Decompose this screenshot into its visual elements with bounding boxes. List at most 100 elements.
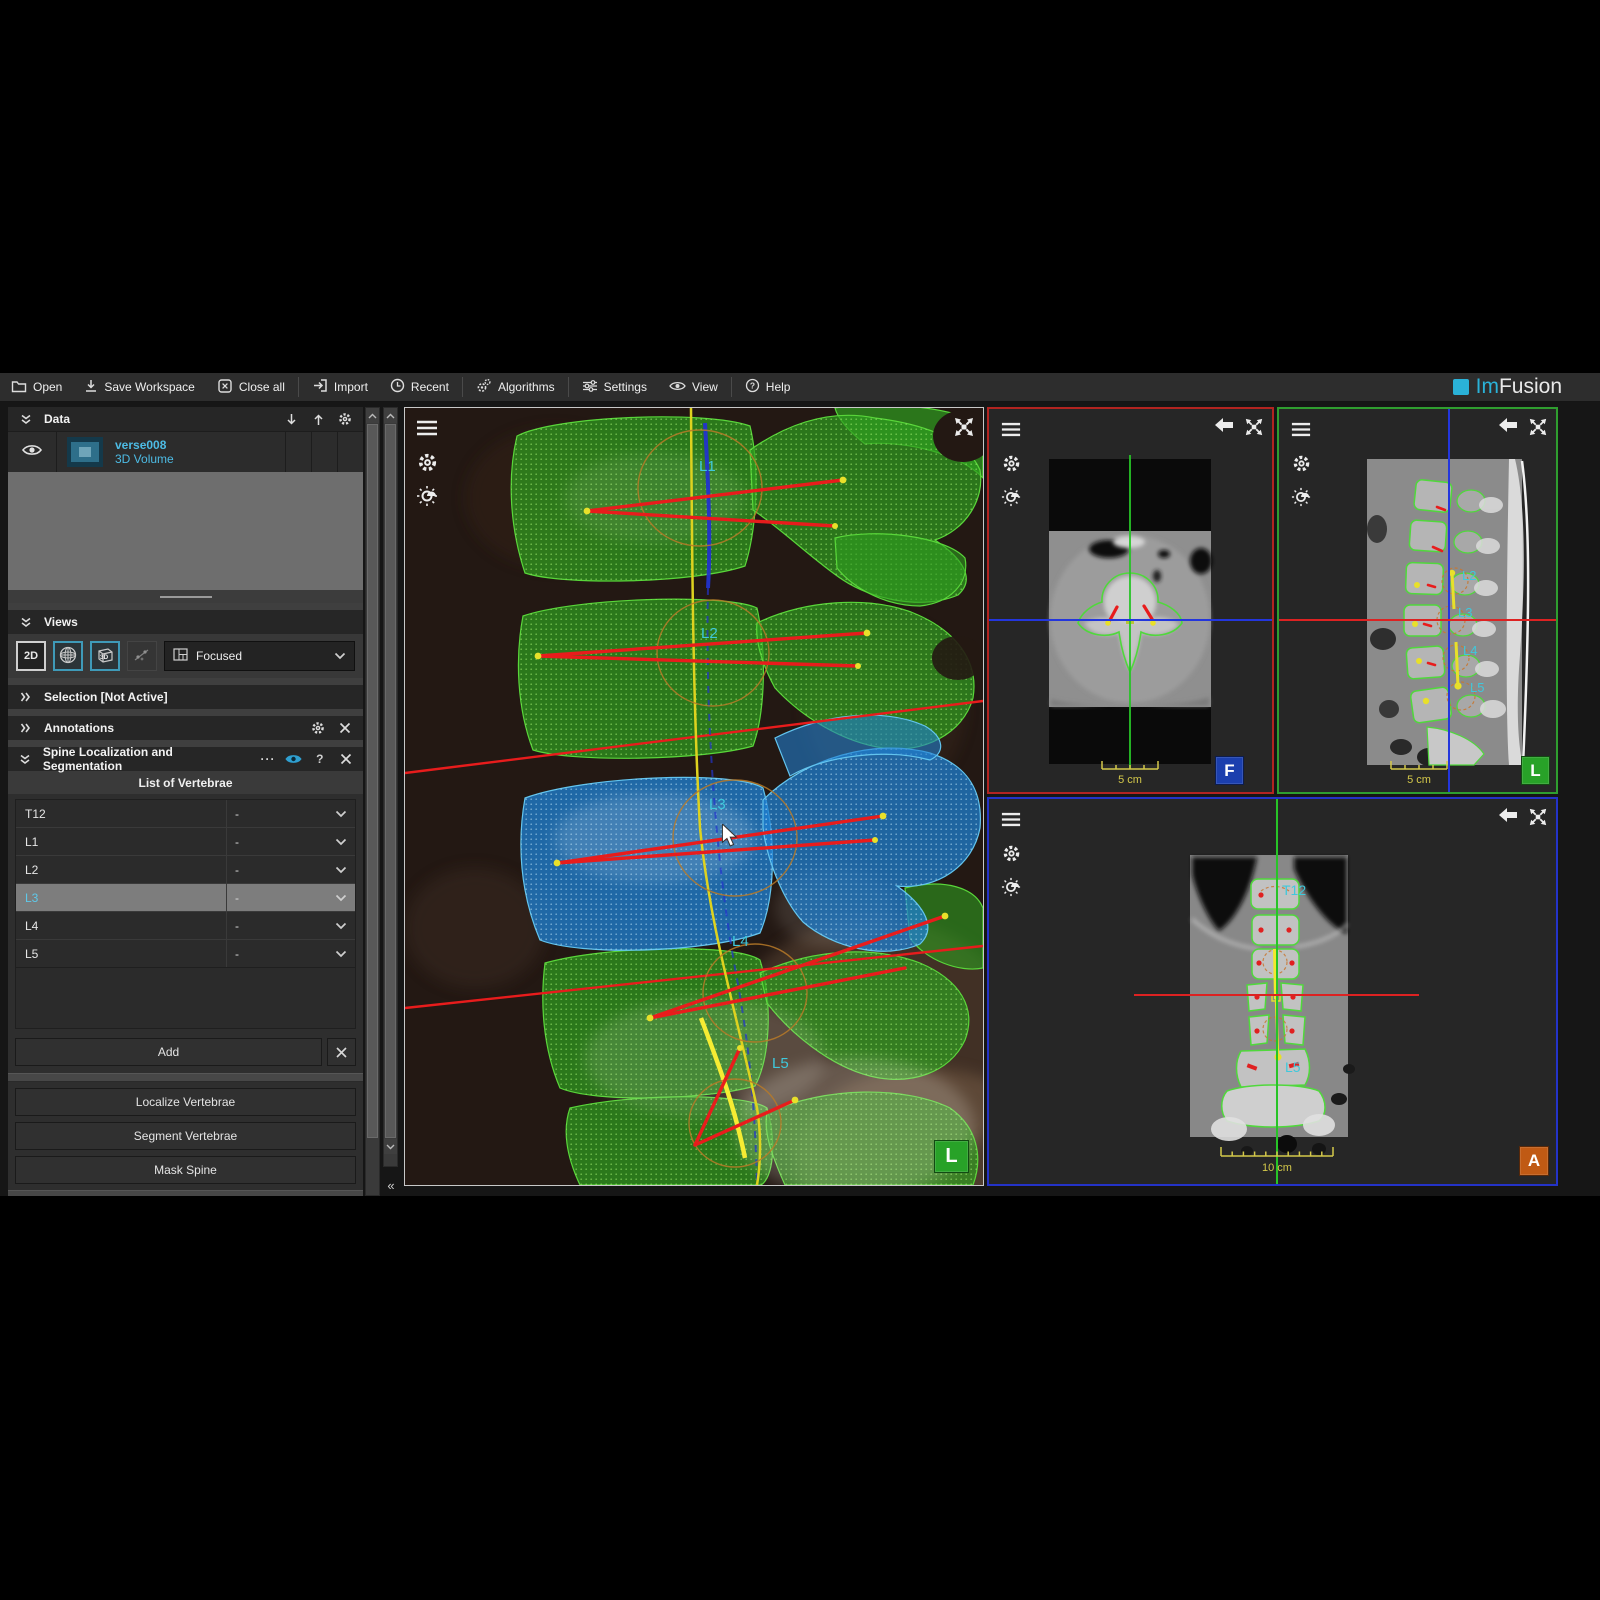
maximize-icon[interactable] xyxy=(1244,417,1264,442)
svg-text:L5: L5 xyxy=(772,1055,789,1072)
recent-button[interactable]: Recent xyxy=(379,373,460,401)
sagittal-scene: L2 L3 L4 L5 5 cm xyxy=(1279,409,1556,792)
vertebra-value-dropdown[interactable]: - xyxy=(226,828,355,855)
data-list-item-verse008[interactable]: verse008 3D Volume xyxy=(8,431,363,472)
data-panel: Data verse008 3D Volume xyxy=(8,407,363,603)
svg-text:?: ? xyxy=(750,381,755,391)
maximize-icon[interactable] xyxy=(1528,807,1548,832)
save-workspace-button[interactable]: Save Workspace xyxy=(73,373,206,401)
visibility-eye-icon[interactable] xyxy=(285,750,302,768)
vertebra-value: - xyxy=(235,835,239,849)
visibility-toggle[interactable] xyxy=(8,432,57,472)
vertical-scrollbar-2[interactable] xyxy=(383,407,398,1167)
settings-button[interactable]: Settings xyxy=(571,373,658,401)
algorithms-button[interactable]: Algorithms xyxy=(465,373,566,401)
viewport-menu-icon[interactable] xyxy=(1289,417,1313,441)
viewport-3d-main[interactable]: L1 L2 L3 L4 L5 L xyxy=(404,407,984,1186)
scale-label: 5 cm xyxy=(1407,774,1431,786)
view-mode-2d-button[interactable]: 2D xyxy=(16,641,46,671)
orientation-badge: L xyxy=(1521,756,1550,785)
segment-vertebrae-button[interactable]: Segment Vertebrae xyxy=(15,1122,356,1150)
vertebrae-table: T12 - L1 - L2 - L3 - xyxy=(15,799,356,968)
undo-arrow-icon[interactable] xyxy=(1498,807,1518,832)
section-divider xyxy=(8,1190,363,1196)
open-button[interactable]: Open xyxy=(0,373,73,401)
scrollbar-thumb[interactable] xyxy=(385,424,396,1138)
vertebra-value-dropdown[interactable]: - xyxy=(226,884,355,911)
chevron-down-icon xyxy=(335,866,347,874)
undo-arrow-icon[interactable] xyxy=(1214,417,1234,442)
help-icon[interactable]: ? xyxy=(311,750,328,768)
chevron-double-right-icon xyxy=(17,719,35,737)
vertebra-label: L2 xyxy=(16,856,226,883)
view-mode-plot-button[interactable] xyxy=(127,641,157,671)
mask-spine-button[interactable]: Mask Spine xyxy=(15,1156,356,1184)
help-button[interactable]: ? Help xyxy=(734,373,802,401)
toolbar-separator xyxy=(298,377,299,397)
views-panel-header[interactable]: Views xyxy=(8,610,363,634)
gear-icon[interactable] xyxy=(999,841,1023,865)
imfusion-logo-square xyxy=(1453,379,1469,395)
close-icon[interactable] xyxy=(336,719,354,737)
scroll-up-arrow[interactable] xyxy=(384,408,397,423)
toolbar-separator xyxy=(462,377,463,397)
vertebra-row-l5[interactable]: L5 - xyxy=(16,940,355,967)
overflow-menu-icon[interactable]: ··· xyxy=(260,750,277,768)
layout-select[interactable]: Focused xyxy=(164,641,355,671)
view-mode-3d-button[interactable]: 3D xyxy=(90,641,120,671)
brightness-icon[interactable] xyxy=(415,484,439,508)
close-icon[interactable] xyxy=(337,750,354,768)
eye-icon xyxy=(22,443,42,462)
add-vertebra-button[interactable]: Add xyxy=(15,1038,322,1066)
viewport-menu-icon[interactable] xyxy=(999,417,1023,441)
views-panel: Views 2D 3D Focused xyxy=(8,610,363,678)
spine-panel-header[interactable]: Spine Localization and Segmentation ··· … xyxy=(8,747,363,771)
vertebra-row-l2[interactable]: L2 - xyxy=(16,856,355,884)
move-up-icon[interactable] xyxy=(309,410,327,428)
panel-resize-handle[interactable] xyxy=(8,590,363,603)
gear-icon[interactable] xyxy=(415,450,439,474)
view-mode-sphere-button[interactable] xyxy=(53,641,83,671)
vertical-scrollbar[interactable] xyxy=(365,407,380,1196)
annotations-panel-header[interactable]: Annotations xyxy=(8,716,363,740)
viewport-menu-icon[interactable] xyxy=(415,416,439,440)
vertebra-value-dropdown[interactable]: - xyxy=(226,940,355,967)
brightness-icon[interactable] xyxy=(999,485,1023,509)
vertebra-row-l3-selected[interactable]: L3 - xyxy=(16,884,355,912)
scroll-down-arrow[interactable] xyxy=(384,1139,397,1154)
spine-localization-panel: Spine Localization and Segmentation ··· … xyxy=(8,747,363,1196)
selection-panel-header[interactable]: Selection [Not Active] xyxy=(8,685,363,709)
gear-icon[interactable] xyxy=(336,410,354,428)
viewport-sagittal[interactable]: L2 L3 L4 L5 5 cm L xyxy=(1277,407,1558,794)
vertebra-row-t12[interactable]: T12 - xyxy=(16,800,355,828)
gear-icon[interactable] xyxy=(1289,451,1313,475)
scroll-up-arrow[interactable] xyxy=(366,408,379,423)
import-button[interactable]: Import xyxy=(301,373,379,401)
svg-text:3D: 3D xyxy=(100,654,109,661)
scale-label: 5 cm xyxy=(1118,774,1142,786)
gear-icon[interactable] xyxy=(999,451,1023,475)
localize-vertebrae-button[interactable]: Localize Vertebrae xyxy=(15,1088,356,1116)
brightness-icon[interactable] xyxy=(999,875,1023,899)
vertebra-value-dropdown[interactable]: - xyxy=(226,856,355,883)
viewport-axial[interactable]: 5 cm F xyxy=(987,407,1274,794)
vertebra-value-dropdown[interactable]: - xyxy=(226,800,355,827)
scrollbar-thumb[interactable] xyxy=(367,424,378,1138)
move-down-icon[interactable] xyxy=(282,410,300,428)
viewport-coronal[interactable]: T12 L5 10 cm A xyxy=(987,797,1558,1186)
maximize-icon[interactable] xyxy=(1528,417,1548,442)
view-button[interactable]: View xyxy=(658,373,729,401)
scatter-plot-icon xyxy=(133,646,151,667)
remove-vertebra-button[interactable] xyxy=(327,1038,356,1066)
undo-arrow-icon[interactable] xyxy=(1498,417,1518,442)
data-panel-header[interactable]: Data xyxy=(8,407,363,431)
gear-icon[interactable] xyxy=(309,719,327,737)
viewport-menu-icon[interactable] xyxy=(999,807,1023,831)
vertebra-row-l1[interactable]: L1 - xyxy=(16,828,355,856)
collapse-sidebar-button[interactable]: « xyxy=(384,1176,398,1194)
close-all-button[interactable]: Close all xyxy=(206,373,296,401)
maximize-icon[interactable] xyxy=(953,416,975,443)
vertebra-row-l4[interactable]: L4 - xyxy=(16,912,355,940)
brightness-icon[interactable] xyxy=(1289,485,1313,509)
vertebra-value-dropdown[interactable]: - xyxy=(226,912,355,939)
